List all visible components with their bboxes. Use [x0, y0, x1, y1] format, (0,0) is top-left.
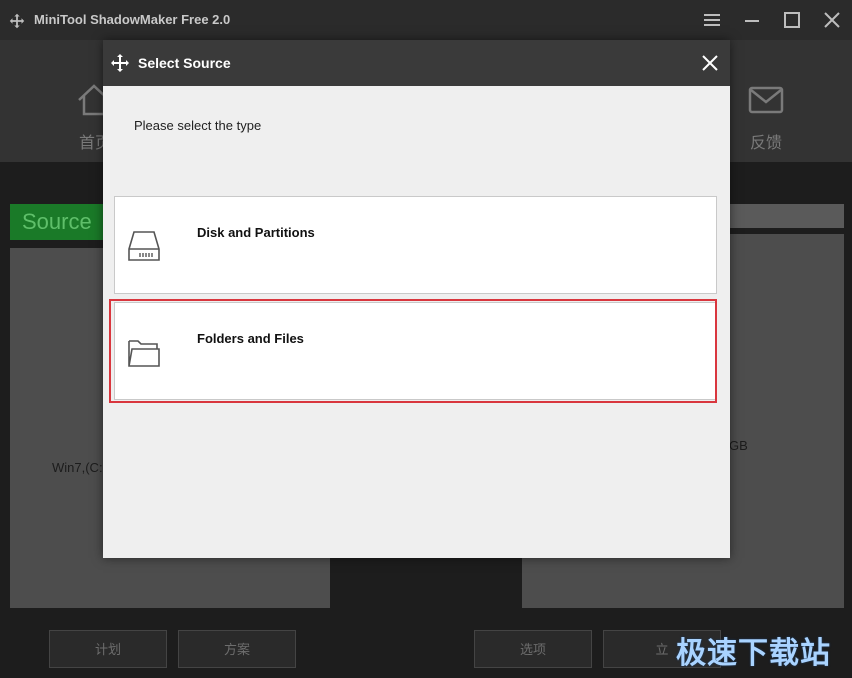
options-button[interactable]: 选项 [474, 630, 592, 668]
minimize-icon[interactable] [742, 10, 762, 30]
watermark-text: 极速下载站 [676, 637, 831, 670]
destination-panel-text: GB [729, 438, 748, 453]
maximize-icon[interactable] [782, 10, 802, 30]
schedule-button[interactable]: 计划 [49, 630, 167, 668]
dialog-title: Select Source [138, 55, 231, 71]
folder-icon [128, 340, 160, 367]
scheme-button[interactable]: 方案 [178, 630, 296, 668]
mail-icon[interactable] [746, 80, 786, 120]
dialog-prompt: Please select the type [134, 118, 262, 133]
app-logo-icon [9, 13, 25, 29]
app-window: MiniTool ShadowMaker Free 2.0 首页 反馈 Sour… [0, 0, 852, 678]
option-label: Folders and Files [197, 331, 304, 346]
source-panel-text: Win7,(C: [52, 460, 103, 475]
title-bar: MiniTool ShadowMaker Free 2.0 [0, 0, 852, 40]
menu-icon[interactable] [702, 10, 722, 30]
option-folders-and-files[interactable]: Folders and Files [114, 302, 717, 400]
nav-feedback-label[interactable]: 反馈 [750, 129, 782, 153]
option-disk-and-partitions[interactable]: Disk and Partitions [114, 196, 717, 294]
option-label: Disk and Partitions [197, 225, 315, 240]
destination-tab[interactable] [724, 204, 844, 228]
app-logo-icon [111, 54, 129, 72]
close-icon[interactable] [700, 53, 720, 73]
close-app-icon[interactable] [822, 10, 842, 30]
disk-drive-icon [128, 231, 160, 261]
select-source-dialog: Select Source Please select the type Dis… [103, 40, 730, 558]
app-title: MiniTool ShadowMaker Free 2.0 [34, 12, 231, 27]
dialog-header: Select Source [103, 40, 730, 86]
